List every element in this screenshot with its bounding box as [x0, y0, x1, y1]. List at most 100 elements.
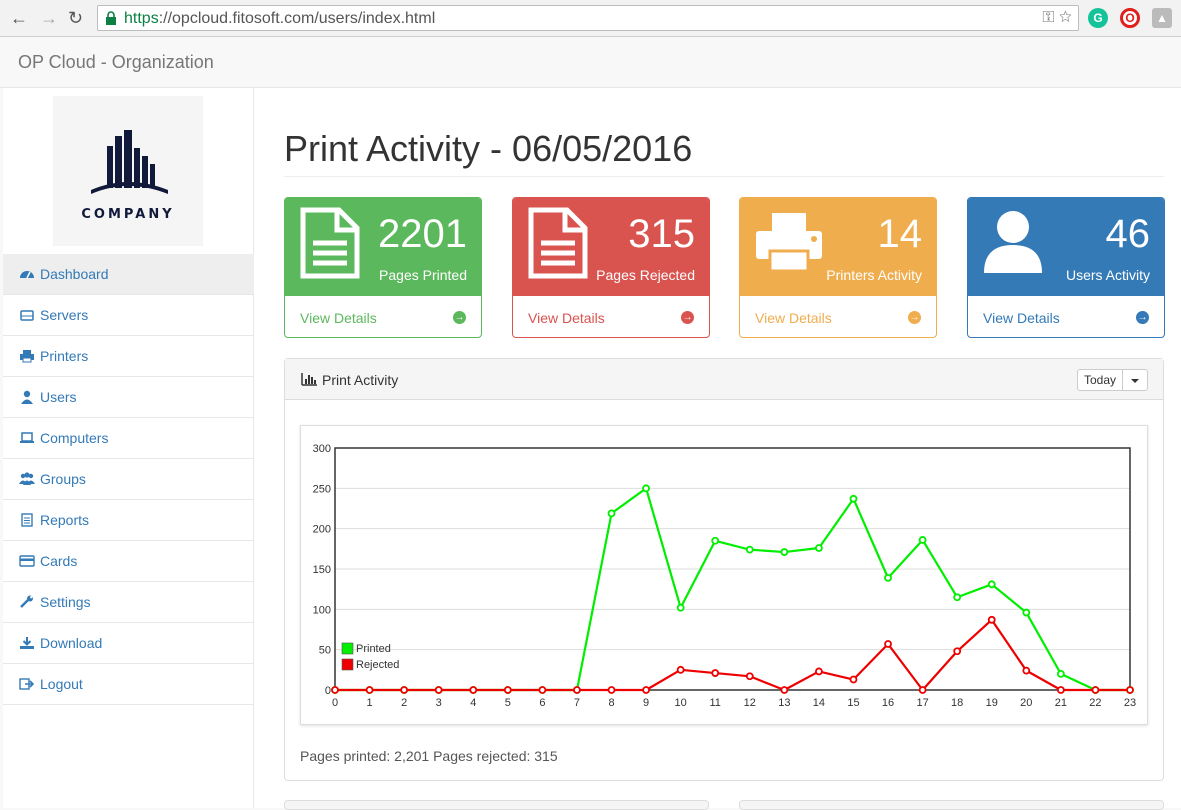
download-icon: [20, 637, 34, 649]
buildings-logo-icon: [91, 130, 168, 194]
y-tick-label: 150: [313, 564, 331, 576]
sidebar-item-logout[interactable]: Logout: [3, 664, 254, 705]
sidebar-item-label: Settings: [40, 594, 91, 610]
users-activity-card: 46 Users Activity View Details →: [967, 197, 1165, 338]
back-icon[interactable]: ←: [10, 9, 28, 27]
data-point-rejected: [1056, 686, 1065, 694]
logout-icon: [19, 678, 35, 690]
legend-label-printed: Printed: [356, 643, 391, 655]
x-tick-label: 10: [675, 697, 687, 709]
x-tick-label: 18: [951, 697, 963, 709]
data-point-rejected: [538, 686, 547, 694]
logo-text: COMPANY: [81, 207, 175, 222]
x-tick-label: 14: [813, 697, 825, 709]
data-point-printed: [607, 509, 616, 518]
data-point-rejected: [331, 686, 339, 694]
sidebar-item-servers[interactable]: Servers: [3, 295, 254, 336]
card-label: Printers Activity: [826, 267, 922, 283]
x-tick-label: 20: [1020, 697, 1032, 709]
range-dropdown[interactable]: Today: [1076, 369, 1148, 391]
reload-icon[interactable]: ↻: [68, 9, 83, 27]
data-point-printed: [676, 603, 685, 612]
print-activity-chart: 0501001502002503000 1 2 3 4 5 6 7 8 9 10 11 12 13 14 15…: [313, 443, 1136, 709]
range-dropdown-label: Today: [1078, 370, 1123, 390]
data-point-rejected: [365, 686, 374, 694]
wrench-icon: [20, 595, 33, 608]
data-point-rejected: [1091, 686, 1100, 694]
bottom-panel-left: [284, 800, 709, 810]
x-tick-label: 22: [1089, 697, 1101, 709]
url-text: https://opcloud.fitosoft.com/users/index…: [124, 10, 436, 27]
data-point-printed: [884, 573, 892, 582]
sidebar-item-settings[interactable]: Settings: [3, 582, 254, 623]
laptop-icon: [20, 432, 34, 443]
y-tick-label: 0: [325, 685, 331, 697]
data-point-rejected: [573, 686, 581, 694]
address-bar[interactable]: https://opcloud.fitosoft.com/users/index…: [97, 5, 1079, 31]
grammarly-extension-icon[interactable]: G: [1088, 8, 1108, 28]
view-details-link[interactable]: View Details →: [513, 296, 709, 337]
sidebar-item-users[interactable]: Users: [3, 377, 254, 418]
user-icon: [21, 390, 33, 404]
card-header: 14 Printers Activity: [740, 198, 936, 296]
x-tick-label: 3: [436, 697, 442, 709]
summary-text: Pages printed: 2,201 Pages rejected: 315: [300, 748, 558, 764]
sidebar-item-groups[interactable]: Groups: [3, 459, 254, 500]
data-point-rejected: [780, 686, 789, 694]
forward-icon[interactable]: →: [40, 9, 58, 27]
x-tick-label: 4: [470, 697, 476, 709]
company-logo: COMPANY: [53, 96, 203, 246]
card-value: 2201: [378, 212, 467, 256]
card-value: 14: [877, 212, 923, 256]
arrow-circle-right-icon: →: [908, 311, 921, 324]
sidebar-item-download[interactable]: Download: [3, 623, 254, 664]
sidebar-item-label: Download: [40, 635, 103, 651]
bookmark-star-icon[interactable]: ⚿ ☆: [1042, 9, 1072, 27]
x-tick-label: 13: [778, 697, 790, 709]
y-tick-label: 250: [313, 483, 331, 495]
x-tick-label: 1: [367, 697, 373, 709]
view-details-link[interactable]: View Details →: [968, 296, 1164, 337]
sidebar-item-cards[interactable]: Cards: [3, 541, 254, 582]
sidebar-item-label: Servers: [40, 307, 89, 323]
data-point-rejected: [918, 686, 927, 694]
data-point-printed: [1022, 608, 1031, 617]
brand-link[interactable]: OP Cloud - Organization: [18, 52, 214, 73]
sidebar-item-printers[interactable]: Printers: [3, 336, 254, 377]
sidebar-item-computers[interactable]: Computers: [3, 418, 254, 459]
x-tick-label: 0: [332, 697, 338, 709]
drive-extension-icon[interactable]: ▲: [1152, 8, 1172, 28]
sidebar-item-reports[interactable]: Reports: [3, 500, 254, 541]
x-tick-label: 19: [986, 697, 998, 709]
x-tick-label: 2: [401, 697, 407, 709]
y-tick-label: 200: [313, 524, 331, 536]
x-tick-label: 15: [847, 697, 859, 709]
data-point-printed: [745, 545, 754, 554]
user-icon: [984, 211, 1042, 273]
card-value: 315: [628, 212, 695, 256]
printer-icon: [756, 213, 822, 273]
opera-extension-icon[interactable]: O: [1120, 8, 1140, 28]
data-point-rejected: [676, 665, 685, 674]
data-point-printed: [780, 548, 789, 556]
view-details-link[interactable]: View Details →: [285, 296, 481, 337]
view-details-label: View Details: [528, 309, 605, 326]
x-tick-label: 16: [882, 697, 894, 709]
y-tick-label: 50: [319, 645, 331, 657]
legend-label-rejected: Rejected: [356, 659, 399, 671]
data-point-rejected: [884, 640, 892, 648]
x-tick-label: 12: [744, 697, 756, 709]
view-details-link[interactable]: View Details →: [740, 296, 936, 337]
card-icon: [19, 555, 35, 567]
arrow-circle-right-icon: →: [1136, 311, 1149, 324]
arrow-circle-right-icon: →: [453, 311, 466, 324]
card-label: Pages Printed: [379, 267, 467, 283]
data-point-rejected: [607, 686, 616, 694]
printers-activity-card: 14 Printers Activity View Details →: [739, 197, 937, 338]
data-point-rejected: [400, 686, 409, 694]
sidebar-item-label: Logout: [40, 676, 83, 692]
dashboard-icon: [20, 271, 34, 279]
sidebar-item-dashboard[interactable]: Dashboard: [3, 254, 254, 295]
x-tick-label: 5: [505, 697, 511, 709]
pages-rejected-card: 315 Pages Rejected View Details →: [512, 197, 710, 338]
